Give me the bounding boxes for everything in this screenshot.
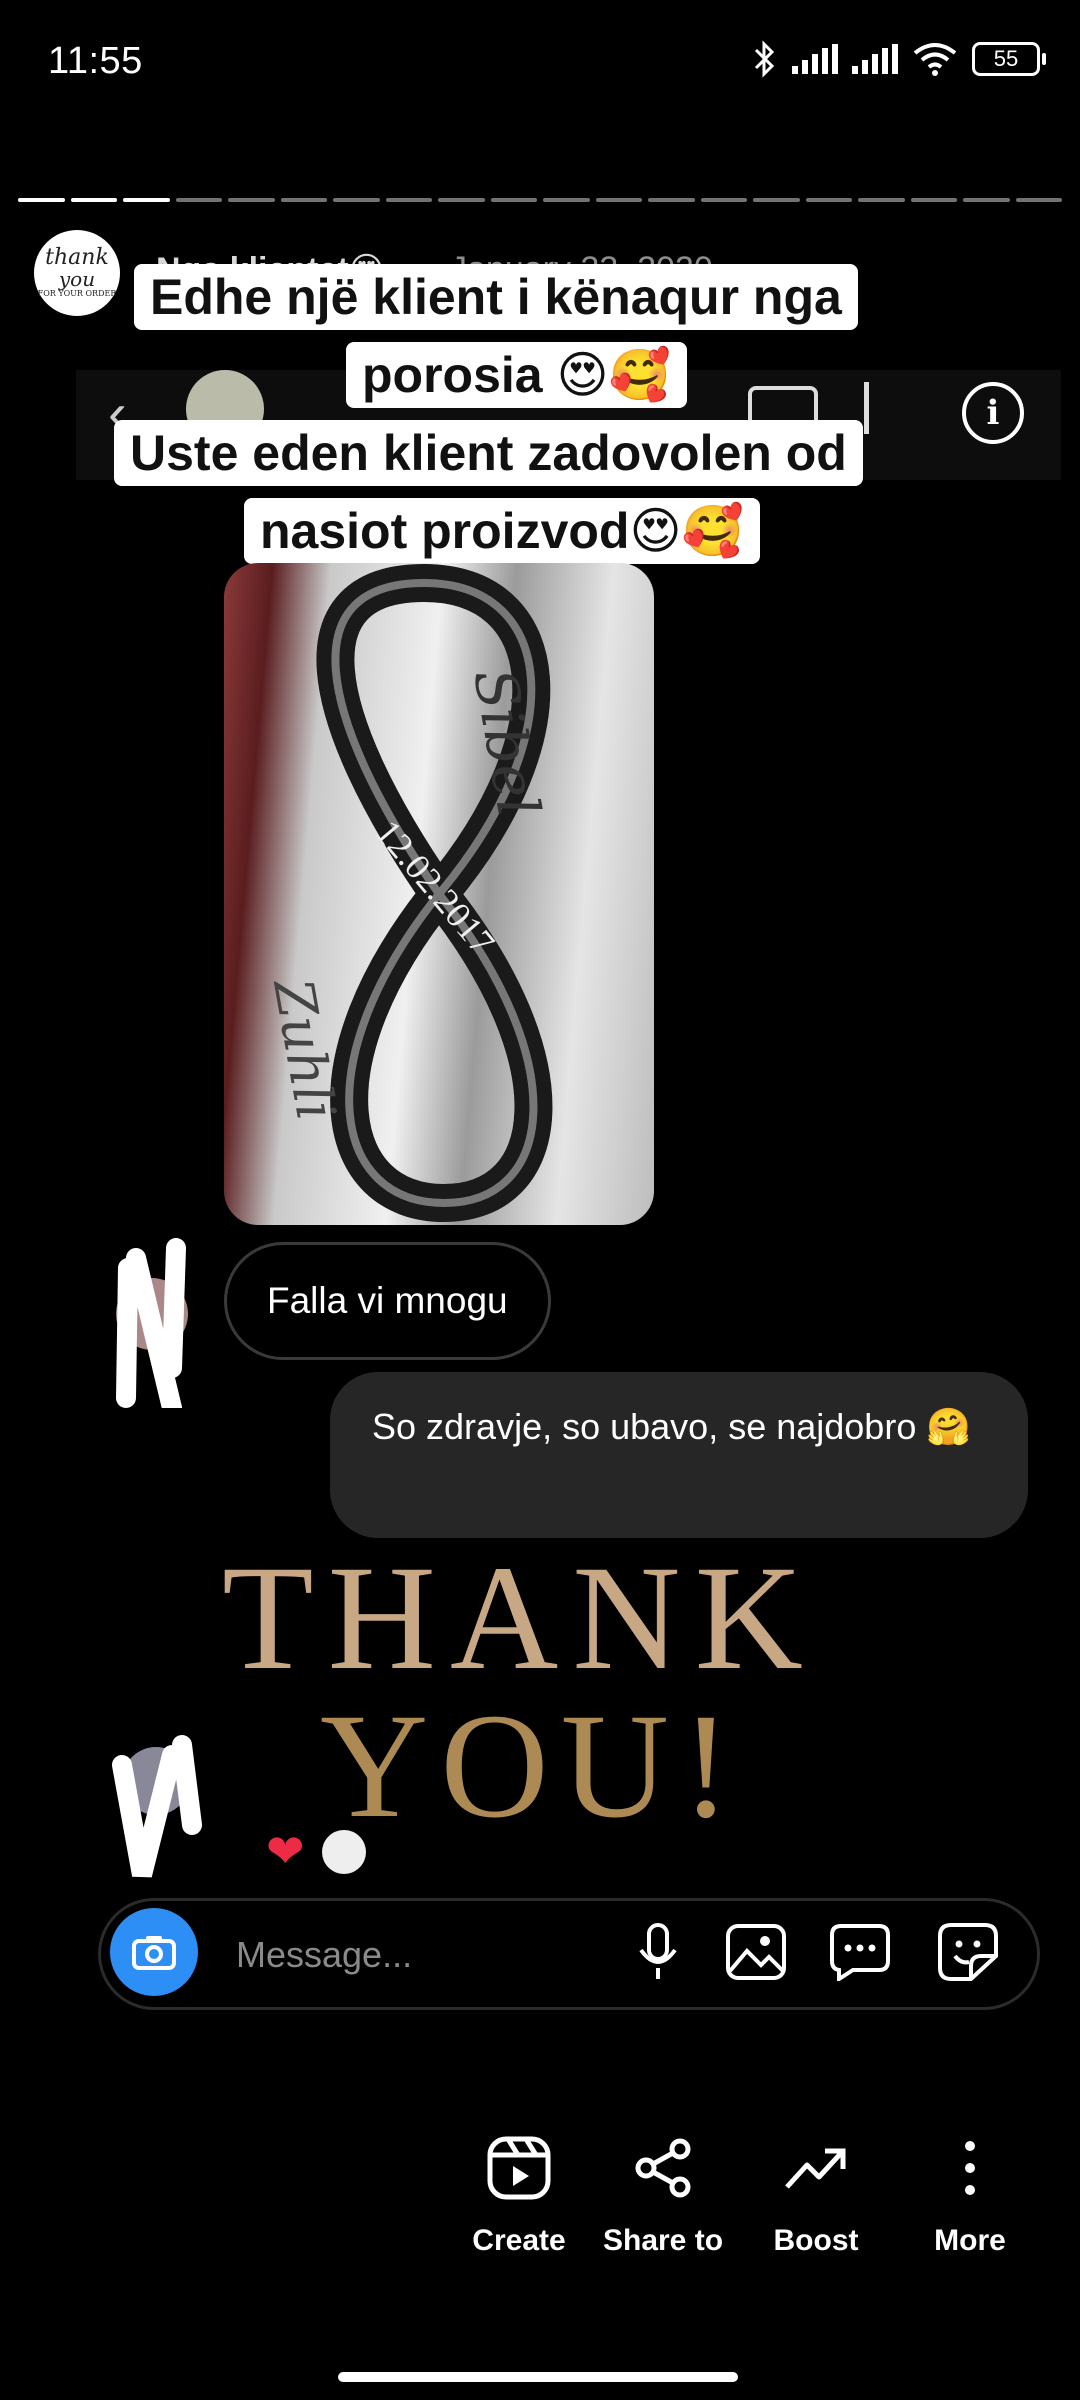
- progress-segment: [280, 198, 327, 202]
- progress-segment: [543, 198, 590, 202]
- progress-segment: [963, 198, 1010, 202]
- share-to-button[interactable]: Share to: [578, 2128, 748, 2258]
- info-icon[interactable]: i: [962, 382, 1024, 444]
- progress-segment: [805, 198, 852, 202]
- camera-icon: [132, 1936, 176, 1970]
- microphone-button[interactable]: [626, 1920, 690, 1984]
- reaction-avatar: [322, 1830, 366, 1874]
- progress-segment: [858, 198, 905, 202]
- progress-segment: [595, 198, 642, 202]
- progress-segment: [648, 198, 695, 202]
- progress-segment: [1015, 198, 1062, 202]
- progress-segment: [753, 198, 800, 202]
- story-avatar[interactable]: thank you FOR YOUR ORDER: [34, 230, 120, 316]
- progress-segment: [385, 198, 432, 202]
- progress-segment: [228, 198, 275, 202]
- trending-up-icon: [785, 2148, 846, 2189]
- message-input[interactable]: [234, 1928, 618, 1982]
- heart-reaction-icon: ❤: [266, 1825, 305, 1877]
- infinity-sign-graphic: Sibel 12.02.2017 Zuhli: [261, 563, 553, 1223]
- caption-line-2: porosia 😍🥰: [346, 342, 687, 408]
- flag-icon: [864, 382, 907, 434]
- battery-icon: 55: [972, 42, 1046, 76]
- status-time: 11:55: [48, 40, 143, 82]
- bluetooth-icon: [754, 40, 775, 78]
- signal-icon: [792, 44, 838, 74]
- share-icon: [635, 2138, 691, 2198]
- sticker-icon: [938, 1923, 998, 1981]
- progress-segment: [123, 198, 170, 202]
- caption-line-3: Uste eden klient zadovolen od: [114, 420, 863, 486]
- avatar-text-3: FOR YOUR ORDER: [37, 289, 117, 298]
- home-indicator[interactable]: [338, 2372, 738, 2382]
- more-button[interactable]: More: [885, 2128, 1055, 2258]
- progress-segment: [438, 198, 485, 202]
- story-progress: [18, 198, 1062, 202]
- incoming-message: Falla vi mnogu: [224, 1242, 551, 1360]
- more-label: More: [934, 2224, 1006, 2257]
- caption-line-1: Edhe një klient i kënaqur nga: [134, 264, 858, 330]
- status-icons: 55: [752, 40, 1046, 78]
- progress-segment: [910, 198, 957, 202]
- avatar-text-2: you: [58, 267, 96, 291]
- chat-bubble-icon: [830, 1924, 890, 1981]
- boost-label: Boost: [773, 2224, 859, 2257]
- image-icon: [726, 1924, 786, 1980]
- thank-you-text-line1: THANK: [222, 1535, 817, 1701]
- avatar-text-1: thank: [45, 245, 109, 270]
- camera-button[interactable]: [110, 1908, 198, 1996]
- gallery-button[interactable]: [724, 1920, 788, 1984]
- progress-segment: [175, 198, 222, 202]
- engraving-bottom: Zuhli: [261, 972, 348, 1124]
- progress-segment: [18, 198, 65, 202]
- scribbled-avatar: [116, 1238, 188, 1408]
- progress-segment: [700, 198, 747, 202]
- caption-line-4: nasiot proizvod😍🥰: [244, 498, 760, 564]
- share-to-label: Share to: [602, 2224, 724, 2257]
- progress-segment: [333, 198, 380, 202]
- boost-button[interactable]: Boost: [731, 2128, 901, 2258]
- sticker-button[interactable]: [936, 1920, 1000, 1984]
- microphone-icon: [639, 1923, 677, 1979]
- quick-reply-button[interactable]: [828, 1920, 892, 1984]
- more-vertical-icon: [965, 2141, 975, 2195]
- thank-you-text-line2: YOU!: [320, 1683, 743, 1849]
- reels-icon: [487, 2136, 551, 2200]
- progress-segment: [490, 198, 537, 202]
- signal-icon-2: [852, 44, 898, 74]
- progress-segment: [70, 198, 117, 202]
- wifi-icon: [913, 43, 957, 76]
- scribbled-avatar-2: [112, 1735, 202, 1878]
- product-photo[interactable]: Sibel 12.02.2017 Zuhli: [224, 563, 654, 1225]
- outgoing-message: So zdravje, so ubavo, se najdobro 🤗: [330, 1372, 1028, 1538]
